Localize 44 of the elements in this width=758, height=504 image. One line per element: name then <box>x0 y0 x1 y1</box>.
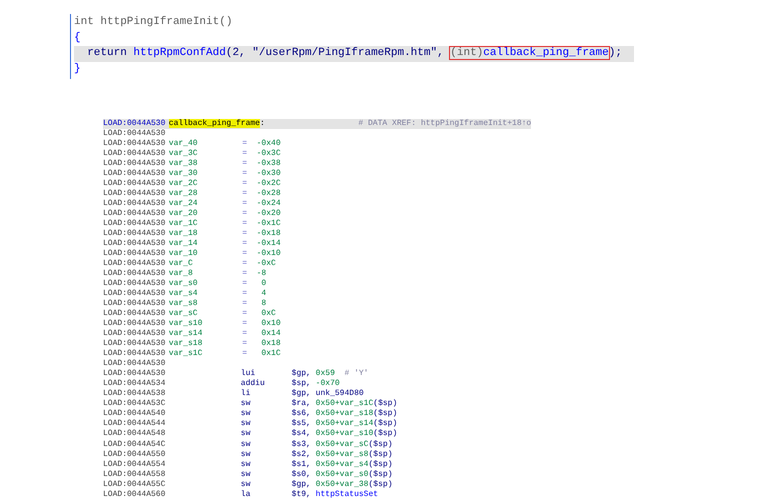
listing-row-text: LOAD:0044A530 <box>103 129 166 140</box>
listing-row-text: LOAD:0044A530 var_18 = -0x18 <box>103 229 282 240</box>
code-line: { <box>74 30 82 46</box>
listing-row-text: LOAD:0044A530 var_38 = -0x38 <box>103 159 282 170</box>
listing-row-text: LOAD:0044A530 var_28 = -0x28 <box>103 189 282 200</box>
listing-row-text: LOAD:0044A530 var_2C = -0x2C <box>103 179 282 190</box>
listing-row-text: LOAD:0044A530 var_s4 = 4 <box>103 289 268 300</box>
listing-row-text: LOAD:0044A530 var_s18 = 0x18 <box>103 339 282 350</box>
code-line: } <box>74 62 82 76</box>
listing-row-text: LOAD:0044A530 var_10 = -0x10 <box>103 249 282 260</box>
listing-row-text: LOAD:0044A554 sw $s1, 0x50+var_s4($sp) <box>103 460 394 470</box>
listing-row-text: LOAD:0044A54C sw $s3, 0x50+var_sC($sp) <box>103 440 394 450</box>
listing-row-text: LOAD:0044A53C sw $ra, 0x50+var_s1C($sp) <box>103 399 398 409</box>
listing-row-text: LOAD:0044A558 sw $s0, 0x50+var_s0($sp) <box>103 470 394 480</box>
listing-row-text: LOAD:0044A530 var_24 = -0x24 <box>103 199 282 210</box>
listing-row-text: LOAD:0044A534 addiu $sp, -0x70 <box>103 379 341 389</box>
code-line: int httpPingIframeInit() <box>74 15 234 30</box>
listing-row-text: LOAD:0044A538 li $gp, unk_594D80 <box>103 389 365 399</box>
listing-row-text: LOAD:0044A548 sw $s4, 0x50+var_s10($sp) <box>103 429 398 440</box>
listing-row-text: LOAD:0044A55C sw $gp, 0x50+var_38($sp) <box>103 480 394 490</box>
code-text: ); <box>608 47 622 59</box>
listing-row-text: LOAD:0044A560 la $t9, httpStatusSet <box>103 490 380 500</box>
listing-row-text: LOAD:0044A530 var_s0 = 0 <box>103 279 268 290</box>
listing-row-text: LOAD:0044A530 var_40 = -0x40 <box>103 139 282 150</box>
listing-row-text: LOAD:0044A530 var_s14 = 0x14 <box>103 329 282 340</box>
listing-row-text: LOAD:0044A530 lui $gp, 0x59 # 'Y' <box>103 369 370 379</box>
listing-row: LOAD:0044A530 callback_ping_frame: # DATA XREF: httpPingIframeInit+18↑o <box>103 119 532 130</box>
listing-row-text: LOAD:0044A530 var_s1C = 0x1C <box>103 349 282 360</box>
listing-row-text: LOAD:0044A540 sw $s6, 0x50+var_s18($sp) <box>103 409 398 419</box>
listing-row-text: LOAD:0044A530 var_s8 = 8 <box>103 299 268 310</box>
listing-row-text: LOAD:0044A530 var_3C = -0x3C <box>103 149 282 160</box>
listing-row-text: LOAD:0044A550 sw $s2, 0x50+var_s8($sp) <box>103 450 394 460</box>
listing-row-text: LOAD:0044A530 var_20 = -0x20 <box>103 209 282 220</box>
listing-row-text: LOAD:0044A530 var_C = -0xC <box>103 259 277 270</box>
listing-row-text: LOAD:0044A544 sw $s5, 0x50+var_s14($sp) <box>103 419 398 429</box>
listing-row-text: LOAD:0044A530 var_14 = -0x14 <box>103 239 282 250</box>
code-text: return httpRpmConfAdd(2, "/userRpm/PingIframeRpm.htm", <box>86 47 445 59</box>
listing-row-text: LOAD:0044A530 var_s10 = 0x10 <box>103 319 282 330</box>
listing-row-text: LOAD:0044A530 <box>103 359 166 370</box>
marked-code: (int)callback_ping_frame <box>450 47 609 59</box>
listing-row-text: LOAD:0044A530 var_8 = -8 <box>103 269 268 280</box>
listing-row-text: LOAD:0044A530 var_1C = -0x1C <box>103 219 282 230</box>
listing-row-text: LOAD:0044A530 var_sC = 0xC <box>103 309 277 320</box>
listing-row-text: LOAD:0044A530 var_30 = -0x30 <box>103 169 282 180</box>
